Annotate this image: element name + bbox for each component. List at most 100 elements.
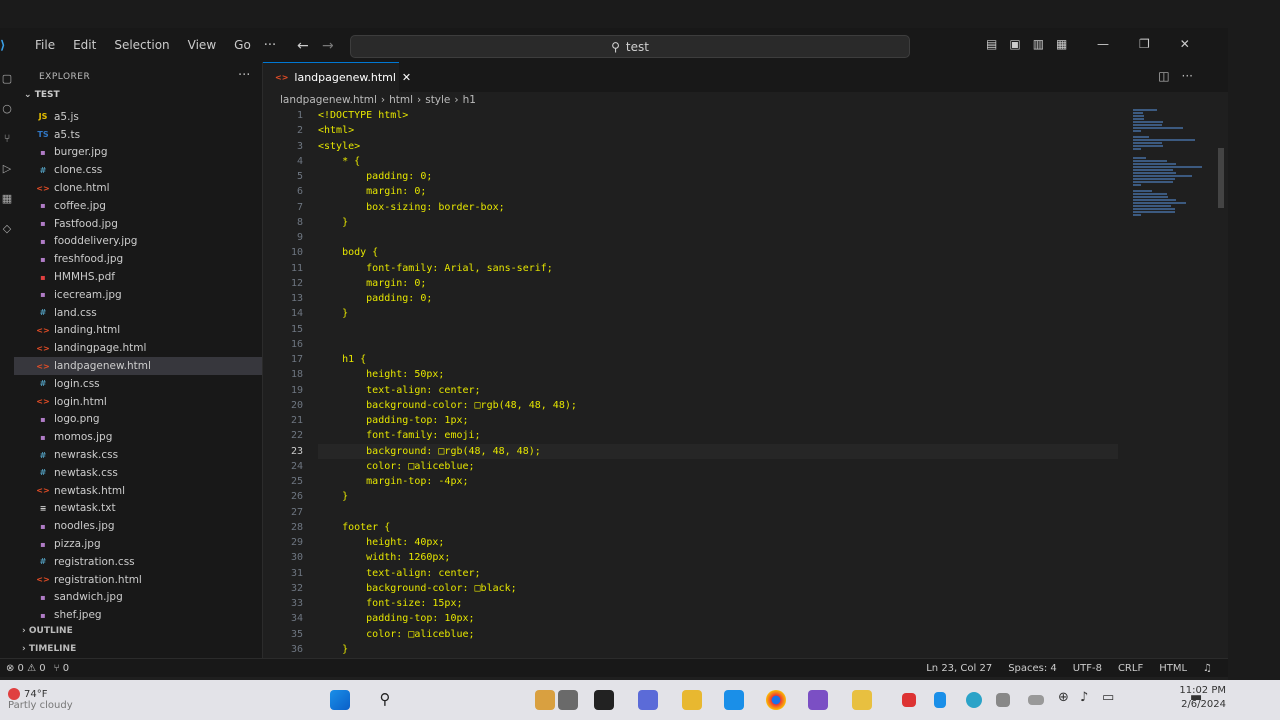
file-item[interactable]: ≡ newtask.txt — [14, 500, 262, 518]
code-line[interactable]: background-color: □rgb(48, 48, 48); — [318, 398, 1118, 413]
code-line[interactable]: padding: 0; — [318, 169, 1118, 184]
file-item[interactable]: # newtask.css — [14, 464, 262, 482]
source-control-icon[interactable]: ⑂ — [0, 132, 14, 146]
file-item[interactable]: ▪ noodles.jpg — [14, 517, 262, 535]
file-item[interactable]: ▪ icecream.jpg — [14, 286, 262, 304]
tab-landpagenew-html[interactable]: <> landpagenew.html ✕ — [263, 62, 411, 92]
breadcrumb-item[interactable]: style — [425, 94, 450, 106]
command-center-search[interactable]: ⚲ test — [350, 35, 910, 58]
forward-arrow-icon[interactable]: → — [322, 38, 334, 54]
cursor-position[interactable]: Ln 23, Col 27 — [926, 663, 992, 674]
customize-layout-icon[interactable]: ▦ — [1056, 37, 1067, 51]
code-line[interactable]: margin-top: -4px; — [318, 474, 1118, 489]
code-line[interactable]: text-align: center; — [318, 566, 1118, 581]
file-item[interactable]: <> newtask.html — [14, 482, 262, 500]
file-item[interactable]: <> landing.html — [14, 322, 262, 340]
menu-go[interactable]: Go — [225, 38, 260, 52]
file-explorer-app-icon[interactable] — [535, 690, 555, 710]
close-window-icon[interactable]: ✕ — [1180, 37, 1190, 51]
code-line[interactable]: footer { — [318, 520, 1118, 535]
code-line[interactable]: <!DOCTYPE html> — [318, 108, 1118, 123]
code-line[interactable]: font-family: Arial, sans-serif; — [318, 261, 1118, 276]
code-line[interactable] — [318, 505, 1118, 520]
file-item[interactable]: ▪ logo.png — [14, 411, 262, 429]
bluetooth-icon[interactable] — [934, 692, 946, 708]
menu-file[interactable]: File — [26, 38, 64, 52]
explorer-icon[interactable]: ▢ — [0, 72, 14, 86]
code-line[interactable]: } — [318, 306, 1118, 321]
code-line[interactable]: <style> — [318, 139, 1118, 154]
windows-start-icon[interactable] — [330, 690, 350, 710]
run-debug-icon[interactable]: ▷ — [0, 162, 14, 176]
code-line[interactable]: font-family: emoji; — [318, 428, 1118, 443]
code-line[interactable]: text-align: center; — [318, 383, 1118, 398]
notifications-bell-icon[interactable]: ♫ — [1203, 663, 1212, 674]
folder-test[interactable]: ⌄ TEST — [24, 90, 60, 100]
breadcrumb-item[interactable]: landpagenew.html — [280, 94, 377, 106]
extensions-icon[interactable]: ▦ — [0, 192, 14, 206]
folder-app-icon[interactable] — [682, 690, 702, 710]
file-item[interactable]: JS a5.js — [14, 108, 262, 126]
code-line[interactable] — [318, 230, 1118, 245]
file-item[interactable]: ▪ sandwich.jpg — [14, 589, 262, 607]
file-item[interactable]: <> landpagenew.html — [14, 357, 262, 375]
encoding-status[interactable]: UTF-8 — [1073, 663, 1102, 674]
ports-status[interactable]: ⑂ 0 — [54, 663, 70, 674]
onedrive-icon[interactable] — [1028, 695, 1044, 705]
battery-icon[interactable]: ▭ — [1102, 690, 1122, 710]
language-mode[interactable]: HTML — [1159, 663, 1187, 674]
file-item[interactable]: <> clone.html — [14, 179, 262, 197]
volume-icon[interactable]: ♪ — [1080, 690, 1100, 710]
vertical-scrollbar[interactable] — [1214, 108, 1228, 670]
split-editor-icon[interactable]: ◫ — [1158, 69, 1169, 83]
code-area[interactable]: <!DOCTYPE html> <html> <style> * { padding… — [318, 108, 1118, 657]
timeline-section[interactable]: › TIMELINE — [22, 644, 76, 654]
breadcrumb-item[interactable]: h1 — [463, 94, 476, 106]
explorer-more-icon[interactable]: ··· — [238, 68, 250, 83]
code-line[interactable]: } — [318, 489, 1118, 504]
file-item[interactable]: ▪ pizza.jpg — [14, 535, 262, 553]
toggle-panel-icon[interactable]: ▣ — [1009, 37, 1020, 51]
close-tab-icon[interactable]: ✕ — [402, 71, 411, 84]
code-line[interactable]: } — [318, 642, 1118, 657]
weather-widget[interactable]: 74°F Partly cloudy — [8, 688, 73, 711]
code-line[interactable]: padding-top: 1px; — [318, 413, 1118, 428]
vscode-app-icon[interactable] — [724, 690, 744, 710]
code-editor[interactable]: 1 2 3 4 5 6 7 8 9 10 11 12 13 14 15 16 17 18 19 20 21 22 23 24 2… — [263, 108, 1228, 670]
code-line[interactable]: margin: 0; — [318, 184, 1118, 199]
edge-app-icon[interactable] — [966, 692, 982, 708]
code-line[interactable]: * { — [318, 154, 1118, 169]
more-actions-icon[interactable]: ··· — [1182, 69, 1193, 83]
code-line[interactable]: color: □aliceblue; — [318, 627, 1118, 642]
file-item[interactable]: ▪ momos.jpg — [14, 428, 262, 446]
code-line[interactable]: height: 40px; — [318, 535, 1118, 550]
chat-app-icon[interactable] — [638, 690, 658, 710]
minimap[interactable] — [1133, 108, 1208, 408]
calculator-app-icon[interactable] — [558, 690, 578, 710]
terminal-app-icon[interactable] — [594, 690, 614, 710]
visual-studio-app-icon[interactable] — [808, 690, 828, 710]
code-line[interactable]: padding: 0; — [318, 291, 1118, 306]
outline-section[interactable]: › OUTLINE — [22, 626, 73, 636]
file-item[interactable]: <> landingpage.html — [14, 339, 262, 357]
menu-edit[interactable]: Edit — [64, 38, 105, 52]
problems-status[interactable]: ⊗ 0 ⚠ 0 — [6, 663, 46, 674]
code-line[interactable]: } — [318, 215, 1118, 230]
indentation-status[interactable]: Spaces: 4 — [1008, 663, 1057, 674]
notification-icon[interactable]: ▬ — [1190, 690, 1210, 710]
file-item[interactable]: # land.css — [14, 304, 262, 322]
more-menu-icon[interactable]: ··· — [264, 38, 276, 53]
code-line[interactable]: background: □rgb(48, 48, 48); — [318, 443, 1118, 459]
file-item[interactable]: # registration.css — [14, 553, 262, 571]
code-line[interactable]: font-size: 15px; — [318, 596, 1118, 611]
breadcrumb-item[interactable]: html — [389, 94, 413, 106]
taskbar-search-icon[interactable]: ⚲ — [375, 690, 395, 710]
file-item[interactable]: ▪ fooddelivery.jpg — [14, 233, 262, 251]
code-line[interactable] — [318, 322, 1118, 337]
file-item[interactable]: <> registration.html — [14, 571, 262, 589]
file-item[interactable]: ▪ Fastfood.jpg — [14, 215, 262, 233]
code-line[interactable]: padding-top: 10px; — [318, 611, 1118, 626]
code-line[interactable]: color: □aliceblue; — [318, 459, 1118, 474]
code-line[interactable]: background-color: □black; — [318, 581, 1118, 596]
file-item[interactable]: ▪ shef.jpeg — [14, 606, 262, 624]
